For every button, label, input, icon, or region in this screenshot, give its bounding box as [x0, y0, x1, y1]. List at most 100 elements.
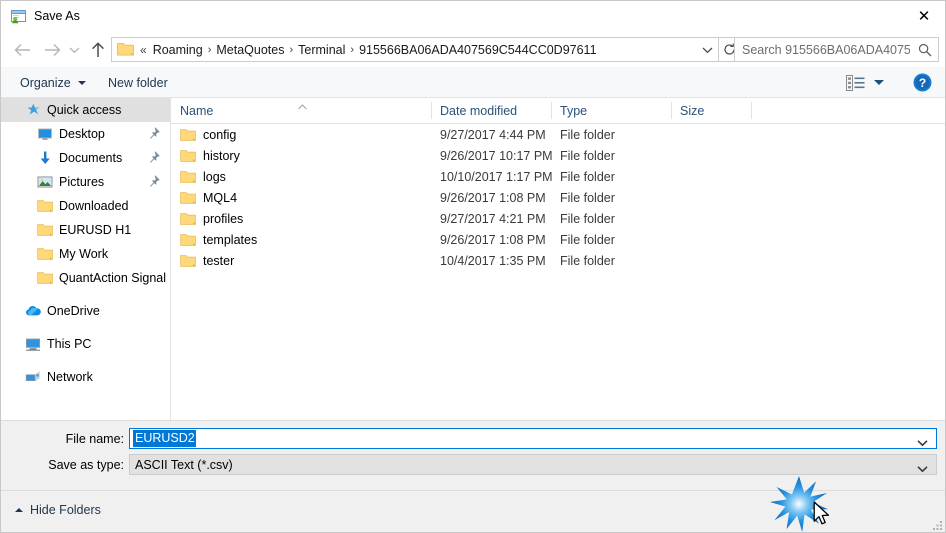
navigation-bar: « Roaming › MetaQuotes › Terminal › 9155…: [1, 32, 945, 67]
new-folder-button[interactable]: New folder: [101, 71, 175, 94]
file-type-cell: File folder: [560, 148, 615, 163]
table-row[interactable]: MQL4 9/26/2017 1:08 PM File folder: [171, 187, 945, 208]
column-header-label: Size: [680, 103, 705, 118]
folder-icon: [180, 148, 196, 164]
thispc-icon: [26, 338, 40, 351]
table-row[interactable]: tester 10/4/2017 1:35 PM File folder: [171, 250, 945, 271]
sidebar-item-onedrive[interactable]: OneDrive: [1, 299, 170, 323]
pin-icon[interactable]: [148, 175, 160, 190]
file-list-pane[interactable]: Name Date modified Type Size config 9/27/201…: [171, 98, 945, 420]
breadcrumb-roaming[interactable]: Roaming: [149, 41, 207, 59]
file-name-cell: profiles: [180, 208, 243, 229]
folder-icon: [180, 232, 196, 248]
back-button[interactable]: [9, 37, 35, 63]
folder-icon: [180, 127, 196, 143]
table-row[interactable]: config 9/27/2017 4:44 PM File folder: [171, 124, 945, 145]
folder-icon: [180, 170, 196, 183]
pin-icon[interactable]: [148, 151, 160, 166]
breadcrumb-terminal[interactable]: Terminal: [294, 41, 349, 59]
column-header-type[interactable]: Type: [551, 98, 671, 123]
file-name-text: logs: [203, 169, 226, 184]
column-header-date-modified[interactable]: Date modified: [431, 98, 551, 123]
sidebar-item-downloaded[interactable]: Downloaded: [1, 194, 170, 218]
sidebar-item-quantaction-signal[interactable]: QuantAction Signal: [1, 266, 170, 290]
sidebar-item-label: Documents: [59, 151, 123, 165]
folder-icon: [37, 272, 53, 284]
column-divider[interactable]: [751, 102, 752, 119]
resize-grip-icon[interactable]: [931, 518, 944, 531]
column-divider[interactable]: [431, 102, 432, 119]
sidebar-item-documents[interactable]: Documents: [1, 146, 170, 170]
recent-locations-button[interactable]: [65, 37, 83, 63]
search-box[interactable]: [734, 37, 939, 62]
sidebar-item-eurusd-h1[interactable]: EURUSD H1: [1, 218, 170, 242]
folder-icon: [37, 246, 53, 262]
file-name-cell: tester: [180, 250, 234, 271]
sidebar-item-network[interactable]: Network: [1, 365, 170, 389]
file-name-cell: history: [180, 145, 240, 166]
breadcrumb-metaquotes[interactable]: MetaQuotes: [212, 41, 288, 59]
onedrive-icon: [25, 303, 41, 319]
file-name-input[interactable]: EURUSD2: [129, 428, 937, 449]
sidebar-item-label: Pictures: [59, 175, 105, 189]
file-rows: config 9/27/2017 4:44 PM File folder histor…: [171, 124, 945, 271]
organize-button[interactable]: Organize: [13, 71, 93, 94]
folder-icon: [180, 212, 196, 225]
column-divider[interactable]: [671, 102, 672, 119]
column-header-size[interactable]: Size: [671, 98, 751, 123]
chevron-up-icon: [15, 508, 23, 512]
sidebar-item-desktop[interactable]: Desktop: [1, 122, 170, 146]
arrow-left-icon: [14, 44, 30, 56]
sidebar-item-my-work[interactable]: My Work: [1, 242, 170, 266]
dialog-footer: Hide Folders Cancel Save: [1, 490, 945, 532]
chevron-down-icon[interactable]: [917, 462, 928, 476]
table-row[interactable]: templates 9/26/2017 1:08 PM File folder: [171, 229, 945, 250]
address-bar[interactable]: « Roaming › MetaQuotes › Terminal › 9155…: [111, 37, 719, 62]
desktop-icon: [38, 128, 52, 140]
chevron-down-icon[interactable]: [917, 436, 928, 450]
table-row[interactable]: logs 10/10/2017 1:17 PM File folder: [171, 166, 945, 187]
command-bar: Organize New folder ?: [1, 67, 945, 98]
column-header-label: Name: [180, 103, 214, 118]
navigation-sidebar[interactable]: Quick access Desktop Documents Pictures Down…: [1, 98, 171, 420]
pin-icon[interactable]: [148, 127, 160, 139]
sidebar-item-label: Desktop: [59, 127, 105, 141]
folder-icon: [37, 224, 53, 236]
chevron-down-icon: [77, 80, 86, 85]
hide-folders-button[interactable]: Hide Folders: [15, 501, 101, 519]
help-button[interactable]: ?: [913, 73, 932, 92]
sidebar-item-quick-access[interactable]: Quick access: [1, 98, 170, 122]
sidebar-item-pictures[interactable]: Pictures: [1, 170, 170, 194]
sidebar-item-this-pc[interactable]: This PC: [1, 332, 170, 356]
new-folder-label: New folder: [108, 75, 168, 90]
file-name-cell: MQL4: [180, 187, 237, 208]
up-button[interactable]: [85, 37, 111, 63]
view-options-button[interactable]: [846, 71, 884, 94]
pin-icon[interactable]: [148, 175, 160, 187]
address-dropdown-button[interactable]: [696, 46, 718, 54]
sidebar-item-label: EURUSD H1: [59, 223, 132, 237]
file-name-text: MQL4: [203, 190, 238, 205]
column-divider[interactable]: [551, 102, 552, 119]
close-button[interactable]: ✕: [901, 1, 945, 32]
column-header-label: Type: [560, 103, 588, 118]
folder-icon: [180, 253, 196, 269]
save-as-dialog: Save As ✕ « Roaming › MetaQuotes › Termi…: [0, 0, 946, 533]
pin-icon[interactable]: [148, 127, 160, 142]
pin-icon[interactable]: [148, 151, 160, 163]
folder-icon: [180, 211, 196, 227]
search-icon: [912, 43, 938, 57]
download-icon: [40, 151, 50, 164]
folder-icon: [180, 254, 196, 267]
sidebar-item-label: This PC: [47, 337, 92, 351]
breadcrumb-instance-id[interactable]: 915566BA06ADA407569C544CC0D97611: [355, 41, 600, 59]
search-input[interactable]: [735, 42, 912, 57]
save-as-type-select[interactable]: ASCII Text (*.csv): [129, 454, 937, 475]
forward-button[interactable]: [39, 37, 65, 63]
file-name-text: history: [203, 148, 240, 163]
star-icon: [27, 103, 40, 115]
table-row[interactable]: history 9/26/2017 10:17 PM File folder: [171, 145, 945, 166]
table-row[interactable]: profiles 9/27/2017 4:21 PM File folder: [171, 208, 945, 229]
